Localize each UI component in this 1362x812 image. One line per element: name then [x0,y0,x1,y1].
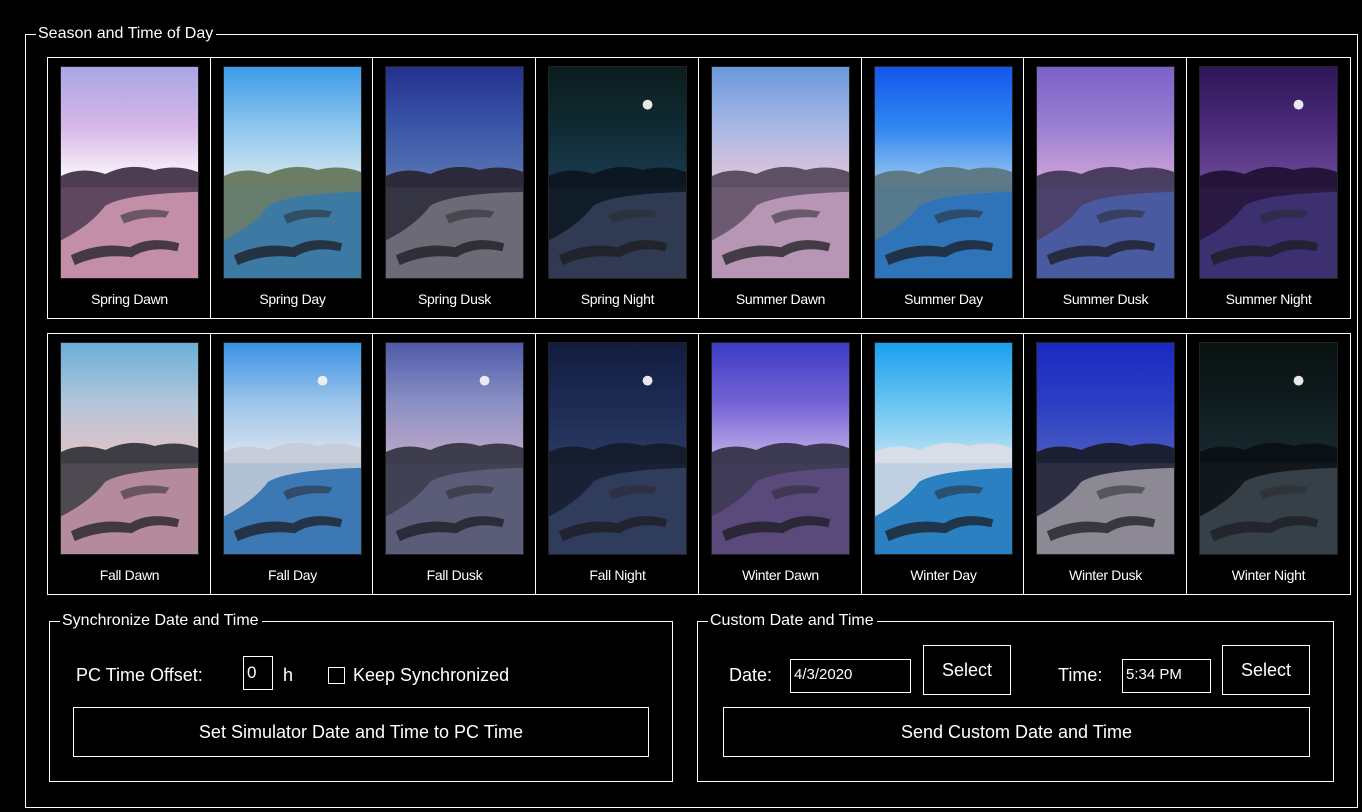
preset-fall-day-button[interactable]: Fall Day [210,333,375,595]
preset-thumbnail [223,66,362,279]
preset-label: Fall Day [268,567,317,583]
preset-label: Summer Day [904,291,983,307]
preset-thumbnail [711,342,850,555]
preset-label: Summer Night [1225,291,1312,307]
custom-date-time-group-title: Custom Date and Time [708,612,877,630]
preset-spring-day-button[interactable]: Spring Day [210,57,375,319]
preset-spring-dusk-button[interactable]: Spring Dusk [372,57,537,319]
preset-winter-dusk-button[interactable]: Winter Dusk [1023,333,1188,595]
time-label: Time: [1058,665,1103,685]
preset-label: Winter Day [910,567,977,583]
preset-summer-night-button[interactable]: Summer Night [1186,57,1351,319]
preset-label: Summer Dawn [735,291,826,307]
preset-fall-night-button[interactable]: Fall Night [535,333,700,595]
synchronize-group-title: Synchronize Date and Time [60,612,262,630]
preset-summer-dawn-button[interactable]: Summer Dawn [698,57,863,319]
time-input[interactable]: 5:34 PM [1122,659,1211,693]
send-custom-date-time-button[interactable]: Send Custom Date and Time [723,707,1310,757]
preset-fall-dawn-button[interactable]: Fall Dawn [47,333,212,595]
preset-thumbnail [874,342,1013,555]
preset-thumbnail [548,66,687,279]
preset-thumbnail [223,342,362,555]
time-select-button[interactable]: Select [1222,645,1310,695]
preset-spring-dawn-button[interactable]: Spring Dawn [47,57,212,319]
preset-thumbnail [1036,66,1175,279]
preset-label: Fall Dusk [426,567,483,583]
preset-label: Spring Day [259,291,326,307]
set-simulator-to-pc-time-button[interactable]: Set Simulator Date and Time to PC Time [73,707,649,757]
preset-winter-dawn-button[interactable]: Winter Dawn [698,333,863,595]
date-label: Date: [729,665,773,685]
preset-winter-day-button[interactable]: Winter Day [861,333,1026,595]
preset-label: Summer Dusk [1062,291,1149,307]
preset-thumbnail [1199,342,1338,555]
preset-label: Spring Night [580,291,655,307]
preset-thumbnail [1036,342,1175,555]
preset-label: Spring Dusk [418,291,491,307]
season-time-group-title: Season and Time of Day [36,25,217,43]
preset-label: Fall Night [589,567,646,583]
preset-thumbnail [385,342,524,555]
synchronize-group: Synchronize Date and Time [49,612,673,782]
keep-synchronized-checkbox[interactable] [328,667,345,684]
preset-fall-dusk-button[interactable]: Fall Dusk [372,333,537,595]
preset-spring-night-button[interactable]: Spring Night [535,57,700,319]
preset-summer-day-button[interactable]: Summer Day [861,57,1026,319]
preset-thumbnail [548,342,687,555]
preset-summer-dusk-button[interactable]: Summer Dusk [1023,57,1188,319]
date-select-button[interactable]: Select [923,645,1011,695]
pc-time-offset-input[interactable]: 0 [243,656,273,690]
preset-label: Fall Dawn [99,567,160,583]
pc-time-offset-unit: h [283,665,294,685]
keep-synchronized-label: Keep Synchronized [353,665,510,685]
preset-winter-night-button[interactable]: Winter Night [1186,333,1351,595]
preset-thumbnail [1199,66,1338,279]
date-input[interactable]: 4/3/2020 [790,659,911,693]
preset-label: Spring Dawn [91,291,168,307]
preset-label: Winter Dawn [742,567,819,583]
preset-thumbnail [385,66,524,279]
preset-label: Winter Night [1231,567,1306,583]
pc-time-offset-label: PC Time Offset: [76,665,203,685]
preset-thumbnail [60,66,199,279]
preset-thumbnail [60,342,199,555]
preset-thumbnail [874,66,1013,279]
preset-label: Winter Dusk [1069,567,1142,583]
preset-thumbnail [711,66,850,279]
